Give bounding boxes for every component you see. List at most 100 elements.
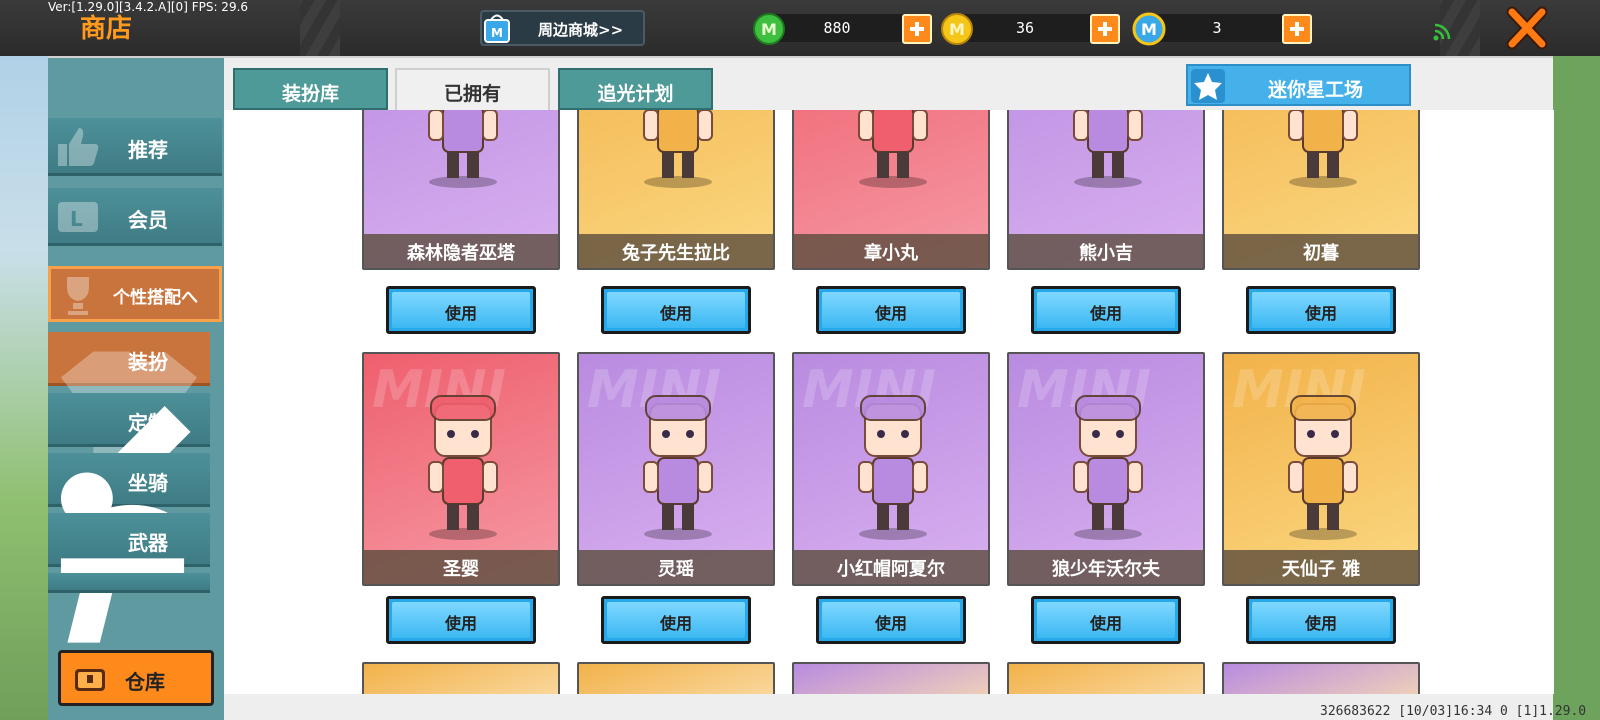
outfit-name-bar: 狼少年沃尔夫 (1009, 550, 1203, 584)
sidebar-item-recommend[interactable]: 推荐 (48, 118, 222, 176)
sidebar-item-more[interactable] (48, 573, 210, 593)
outfit-name-bar: 兔子先生拉比 (579, 234, 773, 268)
outfit-card[interactable]: MINI 灵瑶 (577, 352, 775, 586)
outfit-card[interactable]: MINI森林隐者巫塔 (362, 110, 560, 270)
currency-box: 880 (772, 14, 922, 42)
add-gold-coin-button[interactable] (1090, 14, 1120, 44)
outfit-name: 熊小吉 (1079, 243, 1133, 264)
use-button-label: 使用 (659, 614, 692, 633)
use-button[interactable]: 使用 (1246, 596, 1396, 644)
outfit-name: 灵瑶 (658, 559, 694, 580)
outfit-name-bar: 小红帽阿夏尔 (794, 550, 988, 584)
use-button[interactable]: 使用 (1246, 286, 1396, 334)
use-button-label: 使用 (444, 304, 477, 323)
use-button[interactable]: 使用 (1031, 596, 1181, 644)
outfit-card-partial[interactable] (362, 662, 560, 694)
sidebar-item-label: 坐骑 (128, 471, 168, 495)
outfit-card[interactable]: MINI 天仙子 雅 (1222, 352, 1420, 586)
outfit-name-bar: 初暮 (1224, 234, 1418, 268)
outfit-card[interactable]: MINI 圣婴 (362, 352, 560, 586)
outfit-card[interactable]: MINI 小红帽阿夏尔 (792, 352, 990, 586)
sidebar-item-outfits[interactable]: 装扮 (48, 332, 210, 475)
outfit-name: 森林隐者巫塔 (407, 243, 515, 264)
gold-coin-icon: M (941, 13, 973, 45)
currency-box: 36 (960, 14, 1110, 42)
outfit-name-bar: 天仙子 雅 (1224, 550, 1418, 584)
use-button[interactable]: 使用 (601, 596, 751, 644)
outfit-name: 兔子先生拉比 (622, 243, 730, 264)
outfit-name: 圣婴 (443, 559, 479, 580)
mini-star-factory-button[interactable]: 迷你星工场 (1186, 64, 1411, 106)
sidebar-item-vip[interactable]: L 会员 (48, 188, 222, 246)
merch-mall-button[interactable]: M 周边商城>> (480, 10, 645, 46)
outfit-card-partial[interactable] (1222, 662, 1420, 694)
owned-outfits-grid: MINI森林隐者巫塔使用 MINI兔子先生拉比使用 MINI章小丸使用 MINI熊小吉… (224, 110, 1554, 694)
star-icon (1191, 69, 1225, 103)
tab-chasing-light-plan[interactable]: 追光计划 (558, 68, 713, 110)
sidebar-item-weapon[interactable]: 武器 (48, 513, 210, 643)
sidebar-item-label: 装扮 (128, 350, 168, 374)
svg-text:M: M (761, 20, 777, 39)
character-figure (1073, 110, 1143, 188)
currency-box: 3 (1152, 14, 1302, 42)
outfit-card[interactable]: MINI熊小吉 (1007, 110, 1205, 270)
tab-outfit-library[interactable]: 装扮库 (233, 68, 388, 110)
outfit-name: 天仙子 雅 (1281, 559, 1361, 580)
warehouse-label: 仓库 (125, 670, 165, 694)
outfit-name-bar: 灵瑶 (579, 550, 773, 584)
scene-edge (1553, 56, 1600, 720)
sidebar-item-label: 推荐 (128, 138, 168, 162)
use-button-label: 使用 (1089, 304, 1122, 323)
add-green-coin-button[interactable] (902, 14, 932, 44)
outfit-card[interactable]: MINI初暮 (1222, 110, 1420, 270)
svg-text:M: M (1141, 20, 1157, 39)
sidebar-group-label: 个性搭配へ (113, 288, 198, 308)
add-blue-coin-button[interactable] (1282, 14, 1312, 44)
use-button-label: 使用 (1304, 614, 1337, 633)
use-button[interactable]: 使用 (386, 596, 536, 644)
outfit-card-partial[interactable] (792, 662, 990, 694)
use-button-label: 使用 (444, 614, 477, 633)
use-button[interactable]: 使用 (601, 286, 751, 334)
close-icon[interactable] (1502, 4, 1552, 52)
character-figure (1073, 395, 1143, 540)
bar-stripes (300, 0, 340, 56)
tab-label: 已拥有 (443, 83, 501, 105)
outfit-card-partial[interactable] (1007, 662, 1205, 694)
vip-card-icon: L (58, 202, 98, 232)
blue-m-coin-icon: M (1132, 12, 1166, 46)
tab-label: 装扮库 (281, 83, 339, 105)
currency-value: 36 (1015, 19, 1035, 37)
sidebar-item-mount[interactable]: 坐骑 (48, 453, 210, 583)
sidebar-item-custom[interactable]: 定制 (48, 393, 210, 523)
trophy-icon (67, 277, 89, 315)
use-button-label: 使用 (874, 614, 907, 633)
outfit-name-bar: 熊小吉 (1009, 234, 1203, 268)
use-button[interactable]: 使用 (1031, 286, 1181, 334)
character-figure (858, 395, 928, 540)
thumbs-up-icon (58, 128, 99, 166)
signal-icon (1433, 23, 1451, 41)
outfit-card[interactable]: MINI 狼少年沃尔夫 (1007, 352, 1205, 586)
outfit-name-bar: 章小丸 (794, 234, 988, 268)
character-figure (858, 110, 928, 188)
sidebar-group-personal-style[interactable]: 个性搭配へ (48, 266, 222, 322)
tab-owned[interactable]: 已拥有 (395, 68, 550, 112)
outfit-name: 章小丸 (864, 243, 918, 264)
character-figure (1288, 395, 1358, 540)
use-button[interactable]: 使用 (816, 286, 966, 334)
currency-value: 880 (823, 19, 851, 37)
use-button[interactable]: 使用 (386, 286, 536, 334)
outfit-name: 狼少年沃尔夫 (1052, 559, 1160, 580)
outfit-card-partial[interactable] (577, 662, 775, 694)
star-factory-label: 迷你星工场 (1268, 79, 1364, 101)
svg-text:M: M (491, 26, 503, 40)
character-figure (428, 395, 498, 540)
outfit-name-bar: 森林隐者巫塔 (364, 234, 558, 268)
tab-label: 追光计划 (597, 83, 674, 105)
use-button[interactable]: 使用 (816, 596, 966, 644)
character-figure (428, 110, 498, 188)
outfit-card[interactable]: MINI兔子先生拉比 (577, 110, 775, 270)
warehouse-button[interactable]: 仓库 (58, 650, 214, 706)
outfit-card[interactable]: MINI章小丸 (792, 110, 990, 270)
